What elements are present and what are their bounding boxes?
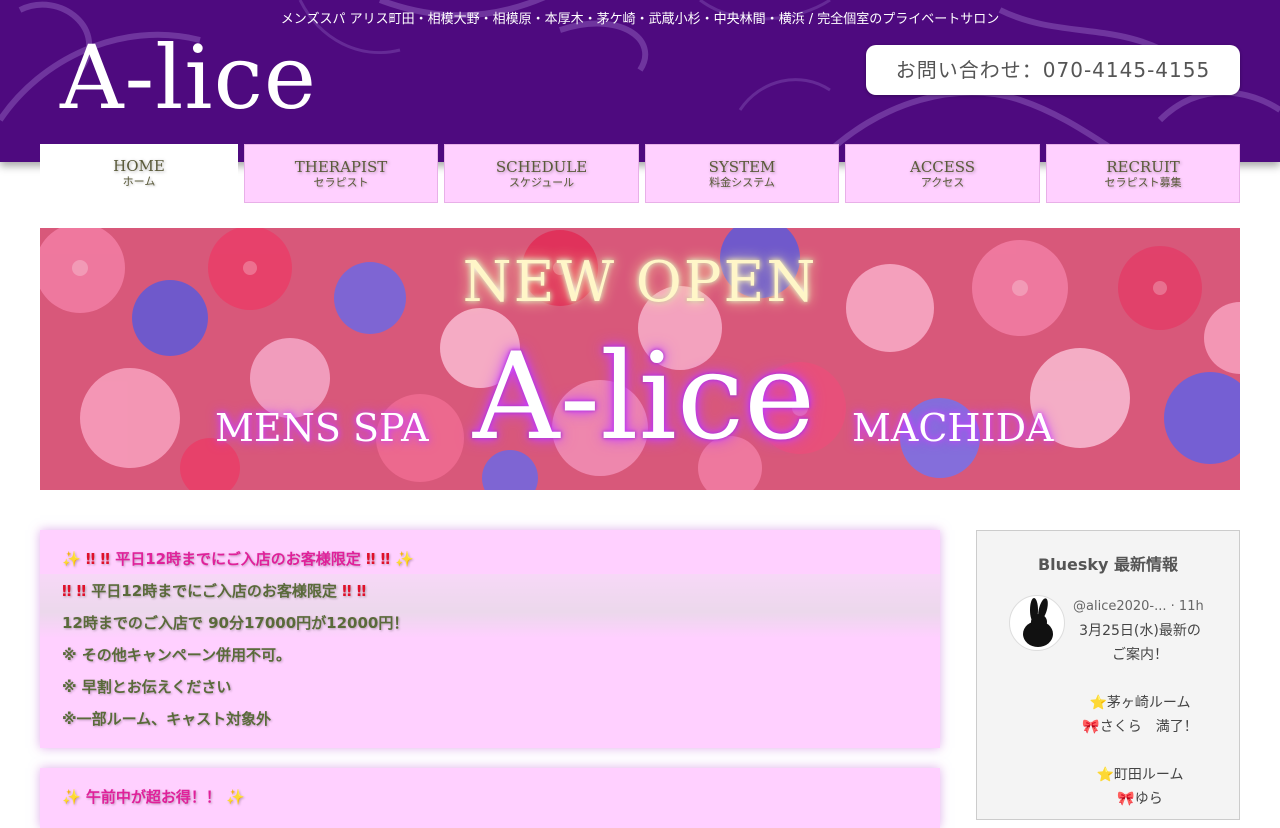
campaign-box: ✨ 午前中が超お得！！ ✨ [40,768,940,828]
nav-item-label-en: RECRUIT [1106,158,1180,176]
campaign-subtitle-text: 平日12時までにご入店のお客様限定 [91,582,337,600]
campaign-title-text: 平日12時までにご入店のお客様限定 [115,550,361,568]
bluesky-widget: Bluesky 最新情報 @alice2020-... · 11h 3月25日(… [976,530,1240,820]
post-spacer [1065,667,1215,691]
post-text: 3月25日(水)最新の [1079,623,1201,639]
hero-banner[interactable]: NEW OPEN MENS SPA A-lice MACHIDA [40,228,1240,490]
double-exclamation-icon: ‼ ‼ [342,582,367,600]
post-cast: 🎀ゆら [1065,787,1215,811]
banner-headline: NEW OPEN [462,250,818,315]
post-spacer [1065,739,1215,763]
post-room-text: 町田ルーム [1113,767,1184,783]
post-time: · 11h [1170,599,1204,614]
nav-item-label-jp: セラピスト募集 [1104,176,1182,189]
campaign-line: ※一部ルーム、キャスト対象外 [62,710,272,728]
ribbon-icon: 🎀 [1117,791,1135,807]
post-text: ご案内！ [1112,647,1168,663]
double-exclamation-icon: ‼ ‼ [62,582,87,600]
post-room: ⭐町田ルーム [1065,763,1215,787]
nav-item-system[interactable]: SYSTEM 料金システム [645,144,839,203]
sparkle-icon: ✨ [62,550,81,568]
nav-item-label-jp: スケジュール [508,176,575,189]
post-meta: @alice2020-... · 11h [1073,599,1204,614]
site-header: メンズスパ アリス町田・相模大野・相模原・本厚木・茅ケ崎・武蔵小杉・中央林間・横… [0,0,1280,162]
widget-title: Bluesky 最新情報 [1037,555,1179,574]
campaign-line: ※ その他キャンペーン併用不可。 [62,646,292,664]
ribbon-icon: 🎀 [1082,719,1100,735]
nav-item-label-en: SYSTEM [708,158,776,176]
nav-item-label-en: THERAPIST [294,158,388,176]
sparkle-icon: ✨ [395,550,414,568]
nav-item-access[interactable]: ACCESS アクセス [845,144,1040,203]
banner-right-text: MACHIDA [852,406,1054,450]
post-cast: 🎀さくら 満了！ [1065,715,1215,739]
campaign-box: ✨ ‼ ‼ 平日12時までにご入店のお客様限定 ‼ ‼ ✨ ‼ ‼ 平日12時ま… [40,530,940,748]
post-room: ⭐茅ヶ崎ルーム [1065,691,1215,715]
sparkle-icon: ✨ [62,788,81,806]
rabbit-icon [1023,598,1053,647]
double-exclamation-icon: ‼ ‼ [85,550,110,568]
star-icon: ⭐ [1089,695,1107,711]
sparkle-icon: ✨ [226,788,245,806]
nav-item-home[interactable]: HOME ホーム [40,144,238,203]
nav-item-label-jp: セラピスト [313,176,369,189]
site-logo[interactable]: A-lice [60,28,317,128]
avatar[interactable] [1009,595,1065,651]
campaign-subtitle: ‼ ‼ 平日12時までにご入店のお客様限定 ‼ ‼ [62,580,366,601]
nav-item-recruit[interactable]: RECRUIT セラピスト募集 [1046,144,1240,203]
campaign-line: ※ 早割とお伝えください [62,678,232,696]
post-cast-text: ゆら [1134,791,1163,807]
post-body: 3月25日(水)最新の ご案内！ ⭐茅ヶ崎ルーム 🎀さくら 満了！ ⭐町田ルーム… [1065,619,1215,811]
banner-text-layer: NEW OPEN MENS SPA A-lice MACHIDA [40,228,1240,490]
nav-item-schedule[interactable]: SCHEDULE スケジュール [444,144,639,203]
nav-item-label-en: ACCESS [909,158,976,176]
post-handle[interactable]: @alice2020-... [1073,599,1167,614]
campaign-title: ✨ ‼ ‼ 平日12時までにご入店のお客様限定 ‼ ‼ ✨ [62,548,414,569]
campaign-title: ✨ 午前中が超お得！！ ✨ [62,786,245,807]
nav-item-therapist[interactable]: THERAPIST セラピスト [244,144,438,203]
nav-item-label-en: SCHEDULE [495,158,588,176]
nav-item-label-jp: ホーム [122,175,156,188]
campaign-line: 12時までのご入店で 90分17000円が12000円！ [62,614,409,632]
campaign-title-text: 午前中が超お得！！ [85,788,221,806]
nav-item-label-jp: 料金システム [709,176,775,189]
banner-left-text: MENS SPA [215,406,429,450]
banner-brand: A-lice [472,328,816,467]
double-exclamation-icon: ‼ ‼ [366,550,391,568]
post-room-text: 茅ヶ崎ルーム [1106,695,1191,711]
star-icon: ⭐ [1096,767,1114,783]
header-tagline: メンズスパ アリス町田・相模大野・相模原・本厚木・茅ケ崎・武蔵小杉・中央林間・横… [280,12,1000,27]
nav-item-label-en: HOME [113,157,165,175]
nav-item-label-jp: アクセス [920,176,965,189]
post-cast-text: さくら 満了！ [1099,719,1198,735]
main-nav: HOME ホーム THERAPIST セラピスト SCHEDULE スケジュール… [40,144,1240,203]
contact-phone-box[interactable]: お問い合わせ：070-4145-4155 [866,45,1240,95]
